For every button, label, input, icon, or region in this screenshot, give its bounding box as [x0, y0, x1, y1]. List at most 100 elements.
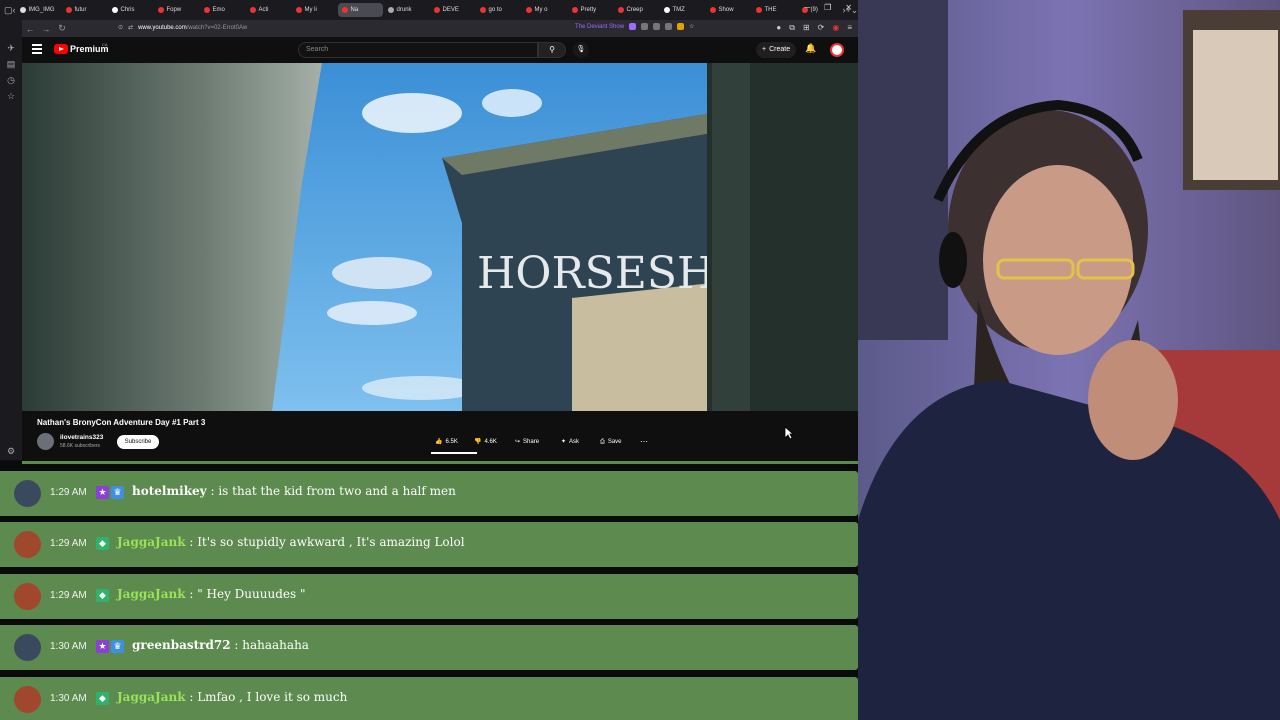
chat-user-avatar[interactable] — [14, 634, 41, 662]
share-icon: ↪ — [515, 439, 521, 445]
chat-timestamp: 1:29 AM — [50, 538, 87, 550]
account-avatar[interactable] — [830, 43, 844, 57]
browser-tab[interactable]: DEVE — [430, 3, 475, 17]
browser-tab[interactable]: Pretty — [568, 3, 613, 17]
chat-timestamp: 1:30 AM — [50, 641, 87, 653]
chat-username[interactable]: JaggaJank — [117, 690, 186, 704]
browser-tab[interactable]: IMG_IMG — [16, 3, 61, 17]
extension-icon[interactable] — [653, 23, 661, 30]
browser-tab[interactable]: Fopw — [154, 3, 199, 17]
extension-icon[interactable] — [629, 23, 637, 30]
browser-tab[interactable]: go to — [476, 3, 521, 17]
site-info-icon[interactable]: ⊙ — [118, 23, 123, 34]
tab-favicon-icon — [157, 7, 164, 13]
browser-sidebar: ✈ ▤ ◷ ☆ ⚙ — [0, 20, 22, 460]
tab-favicon-icon — [709, 7, 716, 13]
search-input[interactable]: Search — [298, 42, 538, 58]
channel-avatar[interactable] — [37, 433, 54, 450]
like-count: 6.5K — [445, 439, 458, 445]
cast-icon[interactable]: ⇄ — [128, 23, 133, 34]
menu-icon[interactable] — [32, 44, 42, 54]
sidebar-pin-icon[interactable]: ✈ — [5, 42, 17, 54]
chat-username[interactable]: JaggaJank — [117, 535, 186, 549]
browser-toolbar-right: ● ⧉ ⊞ ⟳ ◉ ≡ — [776, 23, 852, 33]
minimize-icon[interactable]: ─ — [804, 3, 810, 12]
webcam-image — [858, 0, 1280, 720]
chat-message: 1:30 AM ★ ♛ greenbastrd72 : hahaahaha — [0, 625, 858, 671]
browser-tab[interactable]: Show — [706, 3, 751, 17]
search-icon[interactable]: ⚲ — [538, 42, 566, 58]
channel-name[interactable]: ilovetrains323 — [60, 434, 103, 441]
extensions-icon[interactable]: ⧉ — [789, 23, 795, 33]
share-button[interactable]: ↪ Share — [515, 435, 539, 449]
purple-star-badge-icon: ★ — [96, 640, 109, 654]
browser-menu-icon[interactable]: ≡ — [847, 23, 852, 33]
extension-icon[interactable] — [677, 23, 685, 30]
record-icon[interactable]: ◉ — [832, 23, 839, 33]
browser-tab[interactable]: My li — [292, 3, 337, 17]
browser-tab[interactable]: Acti — [246, 3, 291, 17]
sidebar-settings-icon[interactable]: ⚙ — [5, 445, 17, 457]
sync-icon[interactable]: ⟳ — [818, 23, 825, 33]
chat-message: 1:29 AM ★ ♛ hotelmikey : is that the kid fr… — [0, 471, 858, 516]
tab-label: THE — [764, 7, 777, 13]
browser-tab[interactable]: drunk — [384, 3, 429, 17]
url-host: www.youtube.com — [138, 25, 187, 31]
chat-username[interactable]: greenbastrd72 — [132, 638, 231, 652]
tab-label: Pretty — [580, 7, 597, 13]
notifications-bell-icon[interactable]: 🔔 — [805, 43, 816, 54]
ask-button[interactable]: ✦ Ask — [561, 435, 579, 449]
sidebar-favorites-icon[interactable]: ☆ — [5, 90, 17, 102]
browser-tab[interactable]: Chris — [108, 3, 153, 17]
tab-list-icon[interactable]: ▢ — [4, 5, 13, 16]
save-button[interactable]: ⎙ Save — [600, 435, 622, 449]
chat-user-avatar[interactable] — [14, 531, 41, 559]
close-window-icon[interactable]: ✕ — [845, 3, 852, 12]
extension-icon[interactable] — [641, 23, 649, 30]
browser-tab[interactable]: Emo — [200, 3, 245, 17]
browser-tab[interactable]: Creep — [614, 3, 659, 17]
browser-tab[interactable]: My o — [522, 3, 567, 17]
dislike-button[interactable]: 👎 4.6K — [474, 435, 497, 449]
channel-subscribers: 58.6K subscribers — [60, 443, 101, 449]
browser-tab[interactable]: TMZ — [660, 3, 705, 17]
subscribe-button[interactable]: Subscribe — [117, 435, 159, 449]
video-player[interactable]: HORSESH — [22, 63, 858, 411]
create-button[interactable]: + Create — [756, 42, 797, 58]
forward-icon[interactable]: → — [38, 24, 54, 34]
browser-tab[interactable]: futur — [62, 3, 107, 17]
browser-tab[interactable]: Na — [337, 3, 383, 17]
tab-label: DEVE — [442, 7, 459, 13]
sidebar-notes-icon[interactable]: ▤ — [5, 58, 17, 70]
tab-label: futur — [74, 7, 87, 13]
chat-username[interactable]: JaggaJank — [117, 587, 186, 601]
save-label: Save — [607, 439, 622, 445]
browser-tab[interactable]: THE — [752, 3, 797, 17]
maximize-icon[interactable]: ❐ — [824, 3, 831, 12]
chat-message-body: JaggaJank : It's so stupidly awkward , I… — [117, 535, 465, 549]
youtube-logo-icon[interactable] — [54, 44, 68, 54]
sparkle-icon: ✦ — [561, 439, 567, 445]
extension-icon[interactable] — [665, 23, 673, 30]
tab-favicon-icon — [341, 7, 348, 13]
tab-label: IMG_IMG — [28, 7, 55, 13]
url-field[interactable]: ⊙ ⇄ www.youtube.com/watch?v=02-Errot0Aw — [118, 23, 558, 34]
dislike-count: 4.6K — [484, 439, 497, 445]
reload-icon[interactable]: ↻ — [54, 23, 70, 34]
like-button[interactable]: 👍 6.5K — [435, 435, 458, 449]
bookmark-star-icon[interactable]: ☆ — [689, 23, 694, 30]
back-icon[interactable]: ← — [22, 24, 38, 34]
bookmark-deviant-show[interactable]: The Deviant Show — [575, 24, 624, 30]
microphone-icon[interactable]: 🎙 — [573, 42, 589, 58]
chat-text: It's so stupidly awkward , It's amazing … — [197, 535, 465, 550]
chat-user-avatar[interactable] — [14, 685, 41, 713]
chat-message-body: hotelmikey : is that the kid from two an… — [132, 484, 456, 498]
sidebar-history-icon[interactable]: ◷ — [5, 74, 17, 86]
profile-icon[interactable]: ● — [776, 23, 781, 33]
chat-timestamp: 1:29 AM — [50, 589, 87, 601]
chat-user-avatar[interactable] — [14, 480, 41, 507]
more-actions-icon[interactable]: ⋯ — [640, 435, 648, 449]
chat-user-avatar[interactable] — [14, 582, 41, 610]
apps-icon[interactable]: ⊞ — [803, 23, 810, 33]
chat-username[interactable]: hotelmikey — [132, 484, 207, 498]
